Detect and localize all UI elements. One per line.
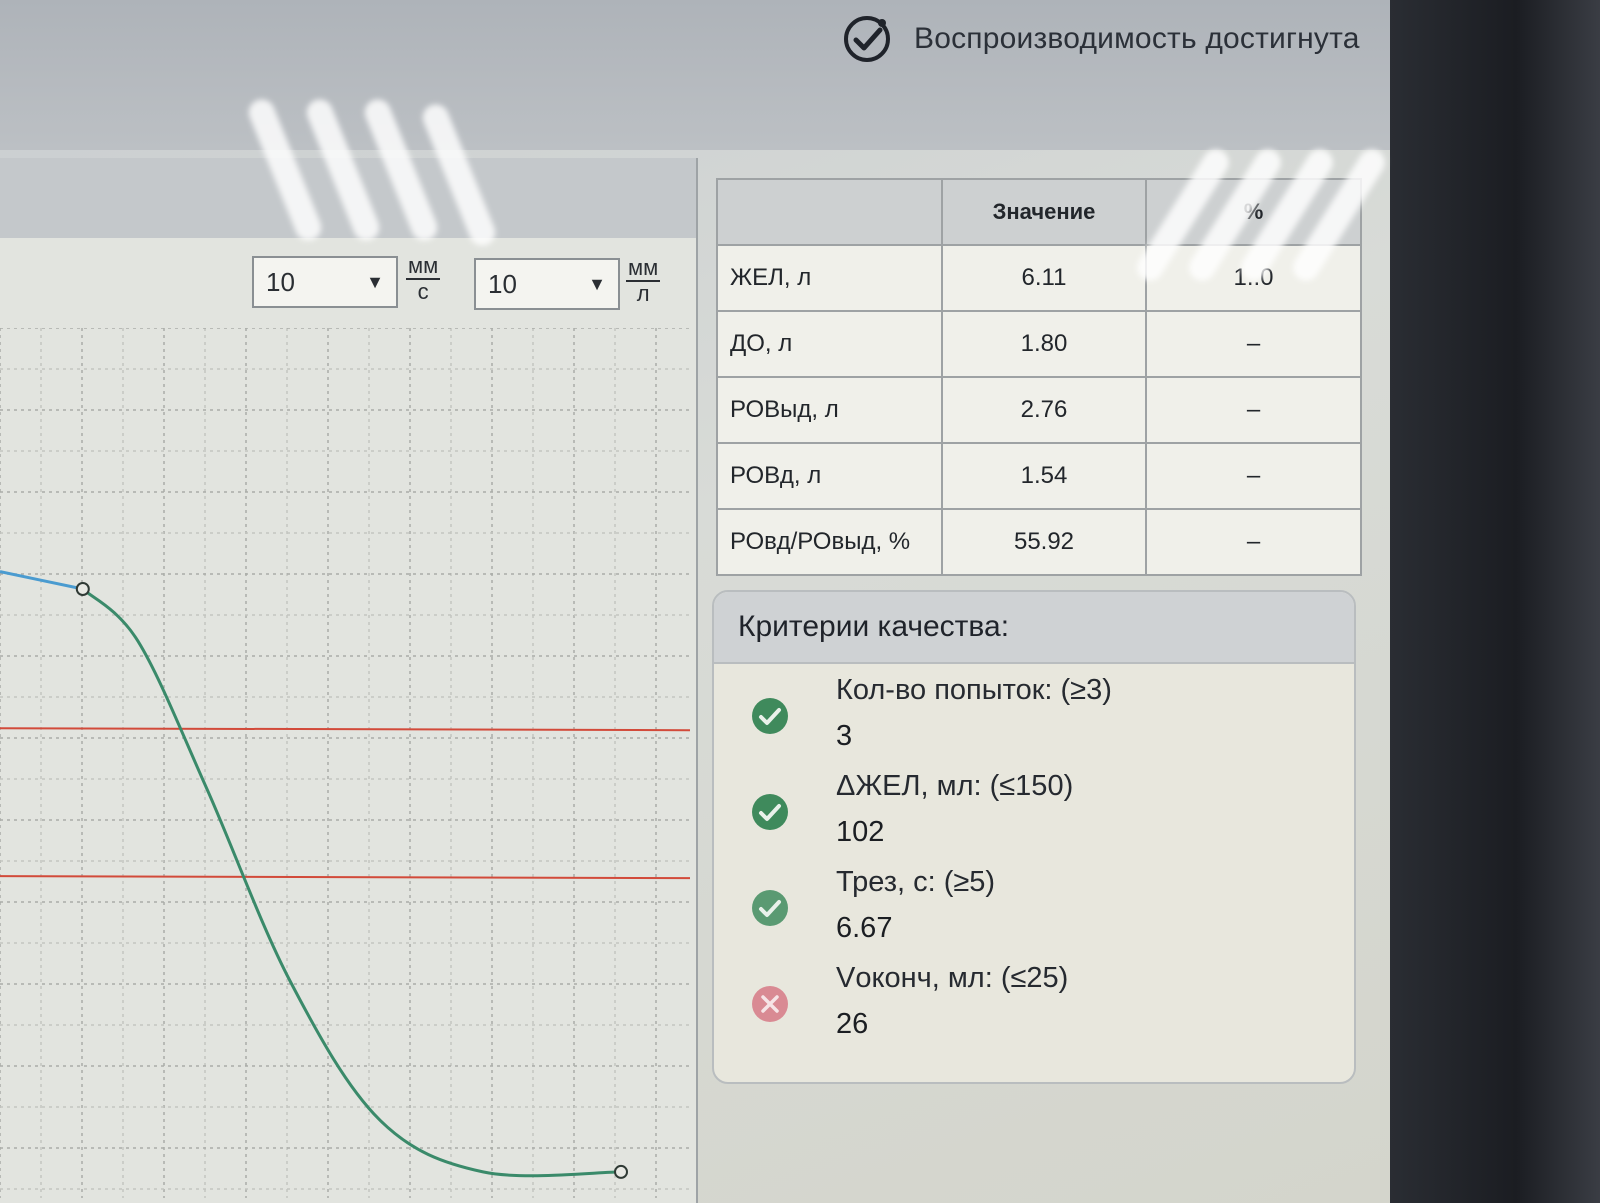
param-value: 55.92 — [941, 508, 1147, 576]
param-value: 6.11 — [941, 244, 1147, 312]
param-name: ЖЕЛ, л — [716, 244, 943, 312]
check-circle-icon — [752, 890, 788, 926]
param-value: 1.54 — [941, 442, 1147, 510]
chevron-down-icon: ▼ — [588, 273, 606, 294]
criterion-label: Vоконч, мл: (≤25) — [836, 962, 1069, 994]
volume-scale-unit: мм л — [626, 255, 661, 307]
param-name: ДО, л — [716, 310, 943, 378]
table-row[interactable]: РОВыд, л 2.76 – — [716, 376, 1362, 444]
monitor-bezel — [1390, 0, 1600, 1203]
end-marker[interactable] — [614, 1164, 628, 1179]
criterion-delta-vc: ΔЖЕЛ, мл: (≤150) 102 — [740, 770, 1340, 866]
criterion-label: Кол-во попыток: (≥3) — [836, 674, 1112, 706]
speed-unit-numerator: мм — [406, 253, 441, 281]
volume-scale-value: 10 — [488, 268, 517, 299]
speed-scale-unit: мм с — [406, 253, 441, 305]
table-row[interactable]: РОВд, л 1.54 – — [716, 442, 1362, 510]
criterion-value: 102 — [836, 816, 885, 848]
param-value: 1.80 — [941, 310, 1147, 378]
chart-panel: 10 ▼ мм с 10 ▼ мм л — [0, 158, 696, 1203]
param-percent: – — [1145, 376, 1362, 444]
chevron-down-icon: ▼ — [366, 271, 384, 292]
param-percent: – — [1145, 508, 1362, 576]
criterion-end-volume: Vоконч, мл: (≤25) 26 — [740, 962, 1340, 1058]
reference-line — [0, 727, 690, 732]
param-percent: – — [1145, 442, 1362, 510]
volume-scale-select[interactable]: 10 ▼ — [474, 258, 620, 310]
column-header-value: Значение — [941, 178, 1147, 246]
param-name: РОВыд, л — [716, 376, 943, 444]
criterion-value: 26 — [836, 1008, 869, 1040]
criterion-value: 6.67 — [836, 912, 893, 944]
param-percent: – — [1145, 310, 1362, 378]
param-name: РОвд/РОвыд, % — [716, 508, 943, 576]
table-row[interactable]: ДО, л 1.80 – — [716, 310, 1362, 378]
criterion-label: ΔЖЕЛ, мл: (≤150) — [836, 770, 1074, 802]
volume-unit-denominator: л — [636, 281, 650, 307]
quality-criteria-panel: Критерии качества: Кол-во попыток: (≥3) … — [712, 590, 1356, 1084]
criterion-attempts: Кол-во попыток: (≥3) 3 — [740, 674, 1340, 770]
speed-scale-value: 10 — [266, 266, 295, 297]
param-name: РОВд, л — [716, 442, 943, 510]
reference-line — [0, 875, 690, 880]
speed-unit-denominator: с — [417, 279, 429, 305]
cross-circle-icon — [752, 986, 788, 1022]
top-bar: Воспроизводимость достигнута — [0, 0, 1390, 150]
peak-marker[interactable] — [75, 582, 90, 596]
check-circle-icon — [752, 698, 788, 734]
checkmark-circle-icon — [844, 16, 890, 62]
criterion-label: Трез, с: (≥5) — [836, 866, 996, 898]
spirogram-chart[interactable] — [0, 328, 690, 1198]
column-header-name — [716, 178, 943, 246]
reproducibility-text: Воспроизводимость достигнута — [914, 22, 1360, 55]
reproducibility-status: Воспроизводимость достигнута — [842, 14, 1360, 64]
param-value: 2.76 — [941, 376, 1147, 444]
check-circle-icon — [752, 794, 788, 830]
speed-scale-select[interactable]: 10 ▼ — [252, 256, 398, 308]
criterion-duration: Трез, с: (≥5) 6.67 — [740, 866, 1340, 962]
quality-criteria-title: Критерии качества: — [714, 592, 1354, 664]
volume-unit-numerator: мм — [626, 255, 661, 283]
table-row[interactable]: РОвд/РОвыд, % 55.92 – — [716, 508, 1362, 576]
criterion-value: 3 — [836, 720, 853, 752]
panel-divider — [696, 158, 698, 1203]
